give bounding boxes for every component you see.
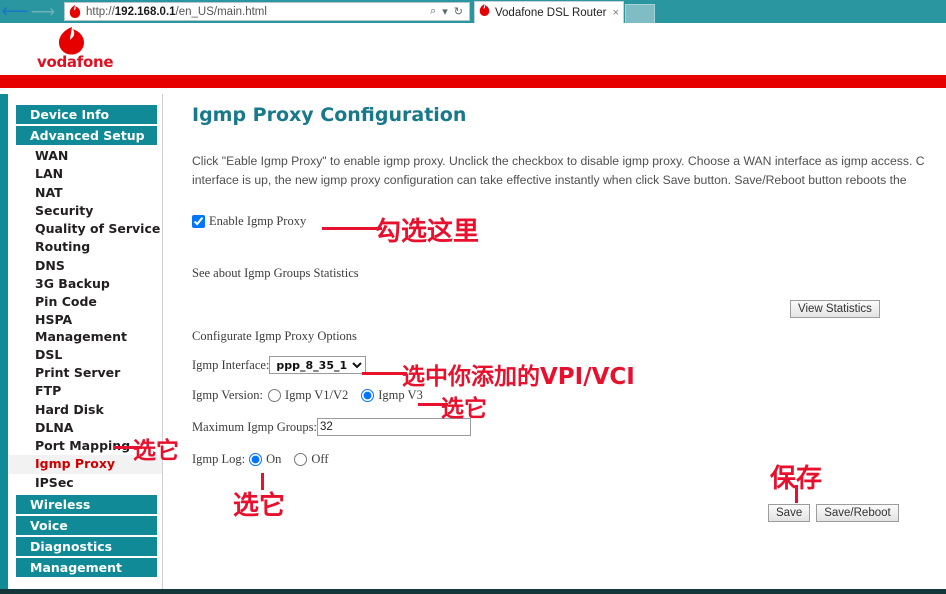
sidebar-item-quality-of-service[interactable]: Quality of Service	[8, 220, 162, 238]
igmp-version-v1v2-label: Igmp V1/V2	[284, 388, 349, 402]
page-bottom-border	[0, 589, 946, 594]
igmp-version-row: Igmp Version: Igmp V1/V2 Igmp V3	[192, 388, 423, 403]
browser-tab[interactable]: Vodafone DSL Router ×	[474, 1, 624, 23]
close-icon[interactable]: ×	[609, 7, 619, 19]
browser-chrome: ⟵ ⟶ http://192.168.0.1/en_US/main.html ⌕…	[0, 0, 946, 23]
back-arrow-icon[interactable]: ⟵	[1, 1, 28, 22]
enable-igmp-proxy-label: Enable Igmp Proxy	[209, 214, 307, 228]
chevron-down-icon[interactable]: ▾	[442, 5, 448, 18]
igmp-log-on-label: On	[266, 452, 282, 466]
address-bar-icons: ⌕ ▾ ↻	[430, 5, 465, 18]
igmp-log-off-label: Off	[311, 452, 329, 466]
sidebar-item-dsl[interactable]: DSL	[8, 346, 162, 364]
enable-igmp-proxy-checkbox[interactable]	[192, 215, 205, 228]
save-reboot-button[interactable]: Save/Reboot	[816, 504, 899, 522]
new-tab-button[interactable]	[625, 4, 655, 23]
site-header: vodafone	[0, 23, 946, 75]
sidebar-item-wan[interactable]: WAN	[8, 147, 162, 165]
enable-igmp-proxy-row: Enable Igmp Proxy	[192, 214, 306, 229]
sidebar-item-3g-backup[interactable]: 3G Backup	[8, 275, 162, 293]
intro-line-2: interface is up, the new igmp proxy conf…	[192, 172, 907, 187]
sidebar-item-security[interactable]: Security	[8, 202, 162, 220]
sidebar-item-dlna[interactable]: DLNA	[8, 419, 162, 437]
sidebar-group-management[interactable]: Management	[16, 557, 157, 577]
sidebar-item-pin-code[interactable]: Pin Code	[8, 293, 162, 311]
sidebar-item-lan[interactable]: LAN	[8, 165, 162, 183]
maximum-igmp-groups-input[interactable]	[317, 418, 471, 436]
igmp-version-v1v2-radio[interactable]	[267, 389, 281, 402]
sidebar-item-igmp-proxy[interactable]: Igmp Proxy	[8, 455, 162, 474]
sidebar-item-nat[interactable]: NAT	[8, 184, 162, 202]
sidebar: Device Info Advanced Setup WAN LAN NAT S…	[8, 94, 163, 589]
igmp-version-v3-label: Igmp V3	[378, 388, 423, 402]
tab-title: Vodafone DSL Router	[495, 6, 607, 19]
igmp-version-label: Igmp Version:	[192, 388, 263, 402]
sidebar-group-diagnostics[interactable]: Diagnostics	[16, 536, 157, 556]
maximum-igmp-groups-label: Maximum Igmp Groups:	[192, 419, 317, 434]
forward-arrow-icon[interactable]: ⟶	[30, 1, 56, 22]
intro-paragraph: Click "Eable Igmp Proxy" to enable igmp …	[192, 152, 946, 190]
brand-red-bar	[0, 75, 946, 88]
sidebar-group-wireless[interactable]: Wireless	[16, 494, 157, 514]
content-area: Device Info Advanced Setup WAN LAN NAT S…	[0, 94, 946, 589]
address-bar-url: http://192.168.0.1/en_US/main.html	[86, 5, 267, 18]
sidebar-item-ipsec[interactable]: IPSec	[8, 474, 162, 492]
sidebar-group-voice[interactable]: Voice	[16, 515, 157, 535]
address-bar[interactable]: http://192.168.0.1/en_US/main.html ⌕ ▾ ↻	[64, 2, 470, 21]
igmp-log-row: Igmp Log: On Off	[192, 452, 329, 467]
save-buttons-row: Save Save/Reboot	[768, 504, 899, 522]
igmp-interface-select[interactable]: ppp_8_35_1	[269, 356, 367, 374]
sidebar-item-dns[interactable]: DNS	[8, 257, 162, 275]
igmp-log-label: Igmp Log:	[192, 452, 246, 466]
page-title: Igmp Proxy Configuration	[192, 104, 467, 126]
chrome-filler	[655, 0, 946, 23]
tab-favicon-icon	[479, 3, 491, 22]
sidebar-item-routing[interactable]: Routing	[8, 238, 162, 256]
search-icon[interactable]: ⌕	[430, 5, 436, 18]
igmp-interface-label: Igmp Interface:	[192, 357, 270, 372]
screenshot-root: ⟵ ⟶ http://192.168.0.1/en_US/main.html ⌕…	[0, 0, 946, 594]
see-igmp-groups-statistics-label: See about Igmp Groups Statistics	[192, 266, 359, 280]
igmp-log-off-radio[interactable]	[294, 453, 308, 466]
maximum-igmp-groups-row: Maximum Igmp Groups:	[192, 418, 471, 436]
sidebar-item-port-mapping[interactable]: Port Mapping	[8, 437, 162, 455]
sidebar-item-print-server[interactable]: Print Server	[8, 364, 162, 382]
sidebar-item-hard-disk[interactable]: Hard Disk	[8, 401, 162, 419]
browser-nav-buttons: ⟵ ⟶	[0, 0, 64, 23]
igmp-version-v3-radio[interactable]	[361, 389, 375, 402]
view-statistics-wrap: View Statistics	[790, 299, 880, 318]
configure-options-label: Configurate Igmp Proxy Options	[192, 329, 357, 343]
refresh-icon[interactable]: ↻	[454, 5, 463, 18]
sidebar-item-hspa-management[interactable]: HSPA Management	[8, 311, 162, 346]
vodafone-speechmark-icon	[37, 26, 107, 55]
intro-line-1: Click "Eable Igmp Proxy" to enable igmp …	[192, 154, 925, 168]
igmp-interface-row: Igmp Interface: ppp_8_35_1	[192, 356, 367, 374]
main-panel: Igmp Proxy Configuration Click "Eable Ig…	[164, 94, 946, 589]
sidebar-group-device-info[interactable]: Device Info	[16, 105, 157, 124]
sidebar-item-ftp[interactable]: FTP	[8, 382, 162, 400]
igmp-log-on-radio[interactable]	[249, 453, 263, 466]
view-statistics-button[interactable]: View Statistics	[790, 300, 880, 318]
left-accent-rail	[0, 94, 8, 589]
vodafone-wordmark: vodafone	[37, 53, 114, 71]
save-button[interactable]: Save	[768, 504, 811, 522]
sidebar-group-advanced-setup[interactable]: Advanced Setup	[16, 126, 157, 145]
vodafone-logo: vodafone	[37, 26, 114, 71]
vodafone-favicon-icon	[69, 4, 81, 19]
